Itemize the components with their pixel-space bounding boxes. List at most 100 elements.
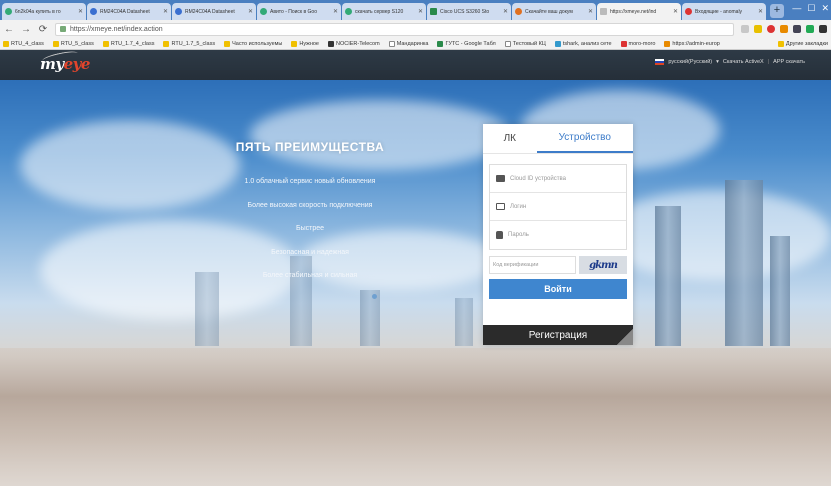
tab-favicon-icon (515, 8, 522, 15)
tab-title: Скачайте ваш докум (525, 8, 573, 15)
site-icon (620, 40, 627, 47)
reload-icon[interactable]: ⟳ (38, 24, 48, 35)
close-icon[interactable]: ✕ (673, 8, 678, 15)
browser-tab[interactable]: Авито - Поиск в Goo ✕ (257, 3, 341, 20)
xmeye-logo[interactable]: myeye (40, 49, 90, 73)
tab-lk[interactable]: ЛК (483, 124, 537, 153)
extensions-area (741, 25, 827, 33)
bookmark-item[interactable]: moro-moro (620, 40, 655, 47)
cloud-id-placeholder: Cloud ID устройства (510, 175, 566, 182)
tab-favicon-icon (345, 8, 352, 15)
bookmark-item[interactable]: RTU_4_class (3, 40, 44, 47)
password-field[interactable]: Пароль (490, 221, 626, 249)
secure-lock-icon (60, 26, 66, 32)
new-tab-button[interactable]: + (770, 4, 784, 18)
carousel-dot[interactable] (372, 294, 377, 299)
folder-icon (3, 40, 9, 47)
language-selector[interactable]: русский(Русский) (668, 59, 712, 65)
tab-title: Cisco UCS S3260 Sto (440, 8, 490, 15)
close-icon[interactable]: ✕ (758, 8, 763, 15)
folder-icon (102, 40, 109, 47)
login-placeholder: Логин (510, 203, 527, 210)
browser-tab[interactable]: 6n2k04a купить в го ✕ (2, 3, 86, 20)
close-icon[interactable]: ✕ (588, 8, 593, 15)
qr-code-icon[interactable] (617, 329, 633, 345)
tab-favicon-icon (685, 8, 692, 15)
close-icon[interactable]: ✕ (78, 8, 83, 15)
bookmark-item[interactable]: Часто используемы (224, 40, 282, 47)
login-button[interactable]: Войти (489, 279, 627, 299)
bookmark-item[interactable]: https://admin-europ (664, 40, 720, 47)
bookmark-item[interactable]: Нужное (291, 40, 319, 47)
bookmark-label: https://admin-europ (672, 40, 720, 47)
browser-tab[interactable]: Входящие - anomaly ✕ (682, 3, 766, 20)
browser-tab-active[interactable]: https://xmeye.net/ind ✕ (597, 3, 681, 20)
login-panel: ЛК Устройство Cloud ID устройства Логин … (483, 124, 633, 345)
download-app-link[interactable]: APP скачать (773, 59, 805, 65)
extension-icon[interactable] (806, 25, 814, 33)
close-icon[interactable]: ✕ (418, 8, 423, 15)
bookmark-item[interactable]: RTU_1.7_4_class (102, 40, 154, 47)
close-icon[interactable]: ✕ (503, 8, 508, 15)
russian-flag-icon (655, 59, 665, 65)
captcha-row: Код верификации gkmn (489, 256, 627, 274)
advantage-item: Более высокая скорость подключения (247, 201, 373, 209)
site-header: myeye русский(Русский) ▾ Скачать ActiveX… (0, 49, 831, 80)
captcha-field[interactable]: Код верификации (489, 256, 576, 274)
tab-favicon-icon (90, 8, 97, 15)
folder-icon (52, 40, 59, 47)
tab-title: https://xmeye.net/ind (610, 8, 657, 15)
menu-icon[interactable] (819, 25, 827, 33)
tab-title: скачать сервер S120 (355, 8, 404, 15)
browser-tab[interactable]: Cisco UCS S3260 Sto ✕ (427, 3, 511, 20)
chevron-down-icon[interactable]: ▾ (716, 59, 719, 65)
close-icon[interactable]: ✕ (163, 8, 168, 15)
minimize-icon[interactable]: — (792, 3, 801, 14)
bookmark-label: tshark, анализ сете (562, 40, 612, 47)
bookmark-item[interactable]: tshark, анализ сете (554, 40, 612, 47)
close-icon[interactable]: ✕ (333, 8, 338, 15)
tab-title: Входящие - anomaly (695, 8, 743, 15)
bookmark-item[interactable]: ГУТС - Google Табл (437, 40, 496, 47)
extension-icon[interactable] (793, 25, 801, 33)
tab-title: RM24C04A Datasheet (185, 8, 235, 15)
extension-icon[interactable] (767, 25, 775, 33)
bookmark-label: Тестовый КЦ (512, 40, 546, 47)
captcha-image[interactable]: gkmn (579, 256, 627, 274)
lock-icon (496, 231, 503, 239)
hero-background: ПЯТЬ ПРЕИМУЩЕСТВА 1.0 облачный сервис но… (0, 80, 831, 486)
building (655, 206, 681, 346)
ground-reflection (0, 348, 831, 486)
close-window-icon[interactable]: ✕ (821, 3, 829, 14)
tab-favicon-icon (430, 8, 437, 15)
back-icon[interactable]: ← (4, 24, 14, 35)
browser-tab[interactable]: RM24C04A Datasheet ✕ (172, 3, 256, 20)
star-icon[interactable] (754, 25, 762, 33)
window-controls: — ☐ ✕ (792, 3, 829, 14)
close-icon[interactable]: ✕ (248, 8, 253, 15)
forward-icon[interactable]: → (21, 24, 31, 35)
bookmark-item[interactable]: Мандаринка (388, 40, 428, 47)
bookmark-item[interactable]: RTU_1.7_5_class (163, 40, 216, 47)
register-button[interactable]: Регистрация (483, 325, 633, 345)
separator: | (767, 59, 770, 65)
key-icon[interactable] (741, 25, 749, 33)
bookmark-item[interactable]: NOCIER-Telecom (328, 40, 380, 47)
tab-title: RM24C04A Datasheet (100, 8, 150, 15)
bookmark-label: RTU_1.7_5_class (171, 40, 216, 47)
extension-icon[interactable] (780, 25, 788, 33)
browser-tab[interactable]: RM24C04A Datasheet ✕ (87, 3, 171, 20)
download-activex-link[interactable]: Скачать ActiveX (723, 59, 764, 65)
browser-tab[interactable]: скачать сервер S120 ✕ (342, 3, 426, 20)
address-bar[interactable]: https://xmeye.net/index.action (55, 22, 734, 36)
folder-icon (163, 40, 170, 47)
browser-tab[interactable]: Скачайте ваш докум ✕ (512, 3, 596, 20)
bookmark-item[interactable]: Тестовый КЦ (504, 40, 546, 47)
page-icon (504, 40, 511, 47)
tab-device[interactable]: Устройство (536, 124, 633, 153)
bookmark-item[interactable]: RTU_5_class (52, 40, 94, 47)
cloud-id-field[interactable]: Cloud ID устройства (490, 165, 626, 193)
maximize-icon[interactable]: ☐ (807, 3, 815, 14)
login-field[interactable]: Логин (490, 193, 626, 221)
other-bookmarks[interactable]: Другие закладки (777, 40, 828, 47)
